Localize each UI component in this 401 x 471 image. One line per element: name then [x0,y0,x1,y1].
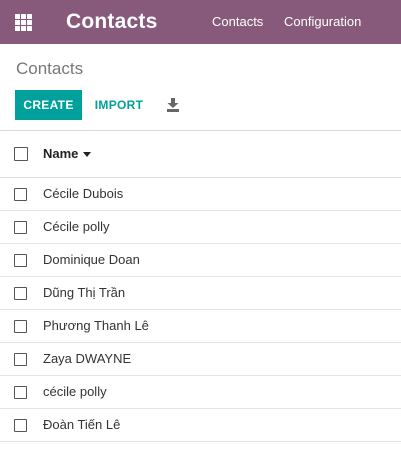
sort-caret-down-icon[interactable] [83,152,91,157]
menu-configuration[interactable]: Configuration [284,14,361,30]
contact-name: Cécile polly [43,219,110,234]
row-checkbox[interactable] [14,221,27,234]
contact-name: Dominique Doan [43,252,140,267]
row-checkbox[interactable] [14,320,27,333]
table-row[interactable]: Zaya DWAYNE [0,343,401,376]
table-row[interactable]: cécile polly [0,376,401,409]
contact-name: cécile polly [43,384,107,399]
table-row[interactable]: Cécile polly [0,211,401,244]
list-header: Name [0,131,401,178]
row-checkbox[interactable] [14,419,27,432]
table-row[interactable]: Cécile Dubois [0,178,401,211]
top-navbar: Contacts Contacts Configuration [0,0,401,44]
contact-name: Zaya DWAYNE [43,351,132,366]
select-all-checkbox[interactable] [14,147,28,161]
table-row[interactable]: Dominique Doan [0,244,401,277]
row-checkbox[interactable] [14,386,27,399]
table-row[interactable]: Đoàn Tiến Lê [0,409,401,442]
row-checkbox[interactable] [14,353,27,366]
download-button[interactable] [160,91,186,119]
row-checkbox[interactable] [14,188,27,201]
breadcrumb: Contacts [16,59,84,78]
app-title: Contacts [66,10,158,33]
control-panel: Contacts CREATE IMPORT [0,44,401,131]
contact-name: Cécile Dubois [43,186,124,201]
create-button[interactable]: CREATE [15,90,82,120]
table-row[interactable]: Dũng Thị Trần [0,277,401,310]
row-checkbox[interactable] [14,254,27,267]
contact-name: Dũng Thị Trần [43,285,126,300]
row-checkbox[interactable] [14,287,27,300]
contacts-list: Name Cécile Dubois Cécile polly Dominiqu… [0,131,401,442]
contact-name: Đoàn Tiến Lê [43,417,121,432]
menu-contacts[interactable]: Contacts [212,14,263,30]
download-icon [167,98,179,112]
column-header-name[interactable]: Name [43,146,78,162]
table-row[interactable]: Phương Thanh Lê [0,310,401,343]
apps-menu-icon[interactable] [15,14,32,31]
import-button[interactable]: IMPORT [86,90,152,120]
contact-name: Phương Thanh Lê [43,318,149,333]
